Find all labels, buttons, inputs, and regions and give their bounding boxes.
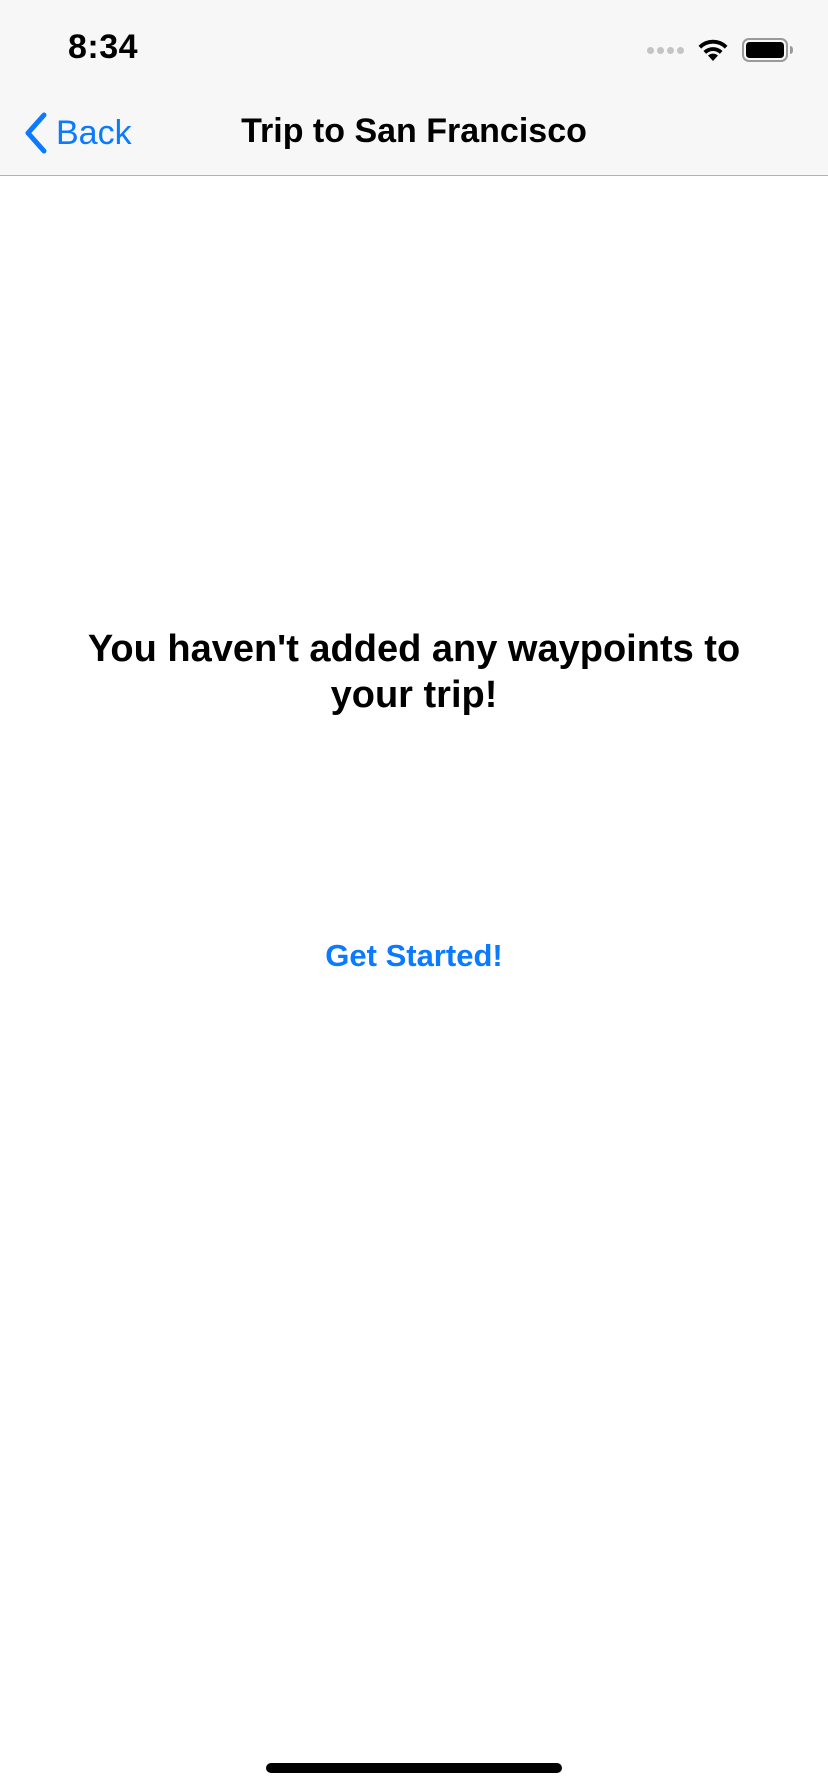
wifi-icon [698,39,728,61]
home-indicator[interactable] [266,1763,562,1773]
status-time: 8:34 [68,28,139,66]
navigation-bar: Back Trip to San Francisco [0,100,828,176]
page-title: Trip to San Francisco [241,112,587,150]
battery-icon [742,38,793,62]
cellular-signal-icon [647,46,684,54]
empty-state-message: You haven't added any waypoints to your … [87,628,741,716]
status-icons [647,36,794,64]
top-bar: 8:34 Back Trip to San Francisco [0,0,828,176]
trip-screen: 8:34 Back Trip to San Francisco You have… [0,0,828,1792]
get-started-button[interactable]: Get Started! [264,938,564,984]
